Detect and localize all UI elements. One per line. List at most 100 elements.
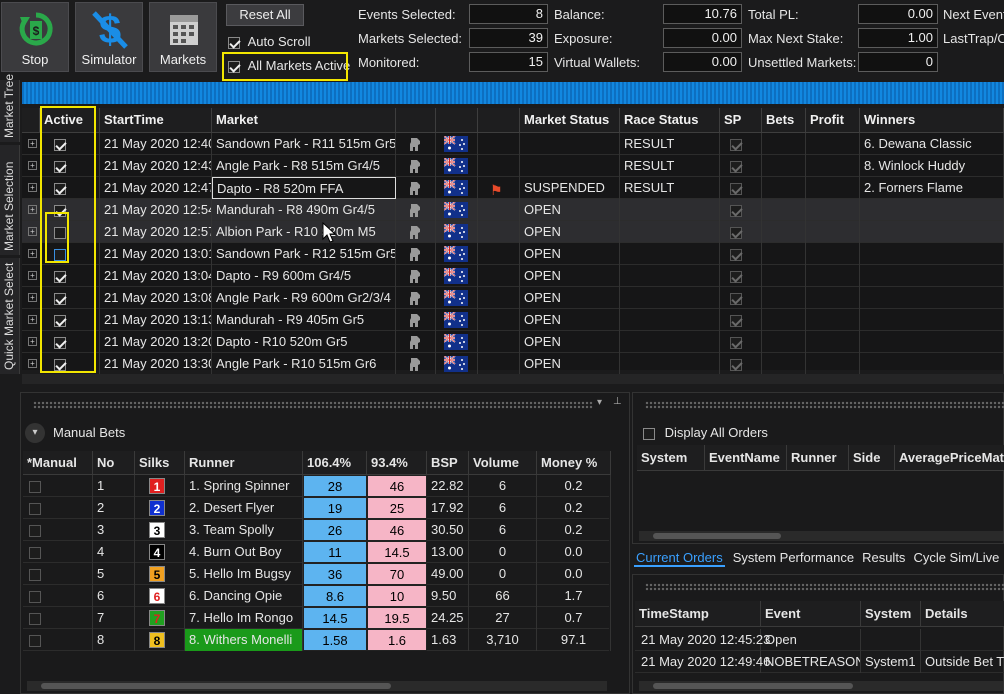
tab-system-performance[interactable]: System Performance — [733, 550, 854, 565]
col-winners[interactable]: Winners — [860, 108, 1004, 133]
runner-row[interactable]: 4 4 4. Burn Out Boy 11 14.5 13.00 0 0.0 — [23, 541, 611, 563]
auto-scroll-checkbox[interactable]: Auto Scroll — [228, 34, 311, 49]
markets-button[interactable]: Markets — [149, 2, 217, 72]
col-details[interactable]: Details — [921, 601, 1004, 627]
col-bets[interactable]: Bets — [762, 108, 806, 133]
manual-checkbox[interactable] — [29, 612, 41, 625]
pin-icon[interactable]: ⊥ — [613, 396, 622, 407]
lay-price-button[interactable]: 70 — [367, 563, 427, 585]
expand-icon[interactable]: + — [28, 139, 37, 148]
tab-quick-market-select[interactable]: Quick Market Select — [0, 258, 20, 374]
market-row[interactable]: +21 May 2020 12:40 Sandown Park - R11 515… — [22, 133, 1004, 155]
col-runner[interactable]: Runner — [787, 445, 849, 471]
back-price-button[interactable]: 11 — [303, 541, 367, 563]
log-row[interactable]: 21 May 2020 12:49:46 NOBETREASONS System… — [635, 651, 1004, 673]
market-name[interactable]: Mandurah - R9 405m Gr5 — [212, 309, 396, 331]
runner-row[interactable]: 1 1 1. Spring Spinner 28 46 22.82 6 0.2 — [23, 475, 611, 497]
col-volume[interactable]: Volume — [469, 451, 537, 475]
expand-icon[interactable]: + — [28, 359, 37, 368]
reset-all-button[interactable]: Reset All — [226, 4, 304, 26]
market-row[interactable]: +21 May 2020 13:04 Dapto - R9 600m Gr4/5 O… — [22, 265, 1004, 287]
col-starttime[interactable]: StartTime — [100, 108, 212, 133]
market-name[interactable]: Dapto - R8 520m FFA — [212, 177, 396, 199]
manual-checkbox[interactable] — [29, 546, 41, 559]
market-name[interactable]: Angle Park - R10 515m Gr6 — [212, 353, 396, 375]
col-back-book[interactable]: 106.4% — [303, 451, 367, 475]
col-race-status[interactable]: Race Status — [620, 108, 720, 133]
manual-checkbox[interactable] — [29, 634, 41, 647]
back-price-button[interactable]: 26 — [303, 519, 367, 541]
col-lay-book[interactable]: 93.4% — [367, 451, 427, 475]
market-name[interactable]: Dapto - R10 520m Gr5 — [212, 331, 396, 353]
display-all-orders-checkbox[interactable]: Display All Orders — [643, 425, 768, 440]
market-row[interactable]: +21 May 2020 12:54 Mandurah - R8 490m Gr4… — [22, 199, 1004, 221]
col-manual[interactable]: *Manual — [23, 451, 93, 475]
manual-checkbox[interactable] — [29, 524, 41, 537]
pane-menu-icon[interactable]: ▾ — [597, 397, 602, 408]
runner-row[interactable]: 2 2 2. Desert Flyer 19 25 17.92 6 0.2 — [23, 497, 611, 519]
market-name[interactable]: Albion Park - R10 520m M5 — [212, 221, 396, 243]
manual-checkbox[interactable] — [29, 590, 41, 603]
lay-price-button[interactable]: 14.5 — [367, 541, 427, 563]
market-row[interactable]: +21 May 2020 12:57 Albion Park - R10 520m… — [22, 221, 1004, 243]
market-name[interactable]: Angle Park - R8 515m Gr4/5 — [212, 155, 396, 177]
lay-price-button[interactable]: 1.6 — [367, 629, 427, 651]
col-market-status[interactable]: Market Status — [520, 108, 620, 133]
expand-icon[interactable]: + — [28, 249, 37, 258]
market-name[interactable]: Mandurah - R8 490m Gr4/5 — [212, 199, 396, 221]
log-row[interactable]: 21 May 2020 12:45:23 Open — [635, 629, 1004, 651]
market-row[interactable]: +21 May 2020 13:01 Sandown Park - R12 515… — [22, 243, 1004, 265]
market-row[interactable]: +21 May 2020 13:30 Angle Park - R10 515m … — [22, 353, 1004, 375]
runner-row[interactable]: 5 5 5. Hello Im Bugsy 36 70 49.00 0 0.0 — [23, 563, 611, 585]
col-profit[interactable]: Profit — [806, 108, 860, 133]
back-price-button[interactable]: 19 — [303, 497, 367, 519]
col-bsp[interactable]: BSP — [427, 451, 469, 475]
back-price-button[interactable]: 28 — [303, 475, 367, 497]
market-row[interactable]: +21 May 2020 12:43 Angle Park - R8 515m G… — [22, 155, 1004, 177]
lay-price-button[interactable]: 19.5 — [367, 607, 427, 629]
runner-row[interactable]: 6 6 6. Dancing Opie 8.6 10 9.50 66 1.7 — [23, 585, 611, 607]
collapse-icon[interactable]: ▾ — [25, 423, 45, 443]
col-runner[interactable]: Runner — [185, 451, 303, 475]
manual-checkbox[interactable] — [29, 480, 41, 493]
markets-hscroll[interactable] — [22, 374, 1004, 384]
runner-row[interactable]: 8 8 8. Withers Monelli 1.58 1.6 1.63 3,710 97.1 — [23, 629, 611, 651]
manual-checkbox[interactable] — [29, 502, 41, 515]
back-price-button[interactable]: 1.58 — [303, 629, 367, 651]
col-side[interactable]: Side — [849, 445, 895, 471]
log-hscroll[interactable] — [639, 681, 1003, 691]
runner-row[interactable]: 3 3 3. Team Spolly 26 46 30.50 6 0.2 — [23, 519, 611, 541]
col-market[interactable]: Market — [212, 108, 396, 133]
simulator-button[interactable]: $ Simulator — [75, 2, 143, 72]
expand-icon[interactable]: + — [28, 271, 37, 280]
market-name[interactable]: Sandown Park - R12 515m Gr5 — [212, 243, 396, 265]
orders-hscroll[interactable] — [639, 531, 1003, 541]
col-sp[interactable]: SP — [720, 108, 762, 133]
expand-icon[interactable]: + — [28, 227, 37, 236]
market-row[interactable]: +21 May 2020 12:47 Dapto - R8 520m FFA ⚑ SU… — [22, 177, 1004, 199]
tab-cycle-sim-live[interactable]: Cycle Sim/Live — [913, 550, 999, 565]
expand-icon[interactable]: + — [28, 161, 37, 170]
col-silks[interactable]: Silks — [135, 451, 185, 475]
expand-icon[interactable]: + — [28, 205, 37, 214]
stop-button[interactable]: $ Stop — [1, 2, 69, 72]
back-price-button[interactable]: 8.6 — [303, 585, 367, 607]
back-price-button[interactable]: 14.5 — [303, 607, 367, 629]
runner-row[interactable]: 7 7 7. Hello Im Rongo 14.5 19.5 24.25 27 0.7 — [23, 607, 611, 629]
expand-icon[interactable]: + — [28, 337, 37, 346]
manual-checkbox[interactable] — [29, 568, 41, 581]
tab-results[interactable]: Results — [862, 550, 905, 565]
expand-icon[interactable]: + — [28, 183, 37, 192]
lay-price-button[interactable]: 46 — [367, 519, 427, 541]
market-row[interactable]: +21 May 2020 13:20 Dapto - R10 520m Gr5 OP… — [22, 331, 1004, 353]
market-name[interactable]: Angle Park - R9 600m Gr2/3/4 — [212, 287, 396, 309]
bets-hscroll[interactable] — [27, 681, 607, 691]
tab-market-tree[interactable]: Market Tree — [0, 74, 20, 142]
lay-price-button[interactable]: 25 — [367, 497, 427, 519]
market-row[interactable]: +21 May 2020 13:08 Angle Park - R9 600m G… — [22, 287, 1004, 309]
col-eventname[interactable]: EventName — [705, 445, 787, 471]
col-no[interactable]: No — [93, 451, 135, 475]
expand-icon[interactable]: + — [28, 315, 37, 324]
col-system[interactable]: System — [637, 445, 705, 471]
col-money[interactable]: Money % — [537, 451, 611, 475]
